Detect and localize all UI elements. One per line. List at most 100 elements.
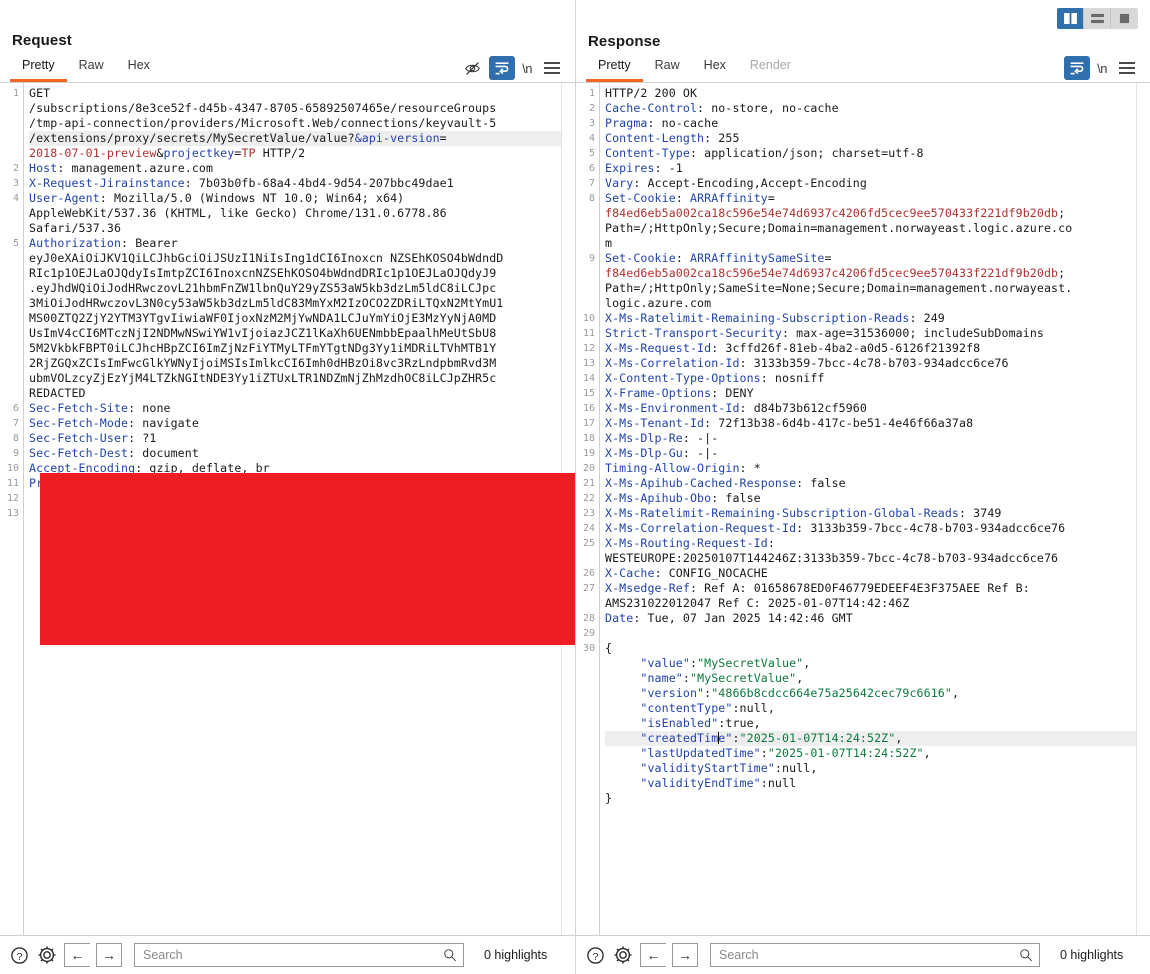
code-line[interactable]: 2018-07-01-preview&projectkey=TP HTTP/2 [29, 146, 575, 161]
code-line[interactable]: Expires: -1 [605, 161, 1150, 176]
code-line[interactable]: 5M2VkbkFBPT0iLCJhcHBpZCI6ImZjNzFiYTMyLTF… [29, 341, 575, 356]
code-line[interactable]: User-Agent: Mozilla/5.0 (Windows NT 10.0… [29, 191, 575, 206]
horizontal-split-button[interactable] [1084, 8, 1111, 29]
code-line[interactable]: Authorization: Bearer [29, 236, 575, 251]
code-line[interactable]: /subscriptions/8e3ce52f-d45b-4347-8705-6… [29, 101, 575, 116]
code-line[interactable]: AppleWebKit/537.36 (KHTML, like Gecko) C… [29, 206, 575, 221]
code-line[interactable]: 3MiOiJodHRwczovL3N0cy53aW5kb3dzLm5ldC83M… [29, 296, 575, 311]
help-icon[interactable]: ? [584, 944, 606, 966]
tab-raw[interactable]: Raw [67, 58, 116, 82]
code-line[interactable]: /extensions/proxy/secrets/MySecretValue/… [29, 131, 575, 146]
code-line[interactable]: 2RjZGQxZCIsImFwcGlkYWNyIjoiMSIsImlkcCI6I… [29, 356, 575, 371]
newline-icon[interactable]: \n [1094, 61, 1110, 76]
code-line[interactable]: f84ed6eb5a002ca18c596e54e74d6937c4206fd5… [605, 206, 1150, 221]
code-line[interactable]: WESTEUROPE:20250107T144246Z:3133b359-7bc… [605, 551, 1150, 566]
request-editor[interactable]: 1 234 5 678910111213 GET/subscriptions/8… [0, 82, 575, 935]
code-line[interactable]: Strict-Transport-Security: max-age=31536… [605, 326, 1150, 341]
code-line[interactable]: "createdTime":"2025-01-07T14:24:52Z", [605, 731, 1150, 746]
code-line[interactable]: Vary: Accept-Encoding,Accept-Encoding [605, 176, 1150, 191]
search-input[interactable] [141, 947, 443, 963]
code-line[interactable]: "value":"MySecretValue", [605, 656, 1150, 671]
vertical-split-button[interactable] [1057, 8, 1084, 29]
search-next-button[interactable]: → [96, 943, 122, 967]
hide-response-icon[interactable] [459, 56, 485, 80]
code-line[interactable]: "validityEndTime":null [605, 776, 1150, 791]
code-line[interactable]: /tmp-api-connection/providers/Microsoft.… [29, 116, 575, 131]
code-line[interactable]: Content-Type: application/json; charset=… [605, 146, 1150, 161]
code-line[interactable]: X-Request-Jirainstance: 7b03b0fb-68a4-4b… [29, 176, 575, 191]
code-line[interactable]: "validityStartTime":null, [605, 761, 1150, 776]
code-line[interactable]: X-Frame-Options: DENY [605, 386, 1150, 401]
newline-icon[interactable]: \n [519, 61, 535, 76]
code-line[interactable]: AMS231022012047 Ref C: 2025-01-07T14:42:… [605, 596, 1150, 611]
code-line[interactable]: X-Ms-Correlation-Request-Id: 3133b359-7b… [605, 521, 1150, 536]
code-line[interactable]: X-Ms-Correlation-Id: 3133b359-7bcc-4c78-… [605, 356, 1150, 371]
code-line[interactable]: X-Cache: CONFIG_NOCACHE [605, 566, 1150, 581]
code-line[interactable]: m [605, 236, 1150, 251]
code-line[interactable]: GET [29, 86, 575, 101]
code-line[interactable]: Path=/;HttpOnly;Secure;Domain=management… [605, 221, 1150, 236]
code-line[interactable]: X-Ms-Ratelimit-Remaining-Subscription-Re… [605, 311, 1150, 326]
code-line[interactable]: Host: management.azure.com [29, 161, 575, 176]
response-editor[interactable]: 12345678 9 10111213141516171819202122232… [576, 82, 1150, 935]
code-line[interactable]: .eyJhdWQiOiJodHRwczovL21hbmFnZW1lbnQuY29… [29, 281, 575, 296]
code-line[interactable]: Sec-Fetch-Dest: document [29, 446, 575, 461]
code-line[interactable]: X-Ms-Apihub-Obo: false [605, 491, 1150, 506]
code-line[interactable]: "contentType":null, [605, 701, 1150, 716]
code-line[interactable]: MS00ZTQ2ZjY2YTM3YTgvIiwiaWF0IjoxNzM2MjYw… [29, 311, 575, 326]
code-line[interactable]: REDACTED [29, 386, 575, 401]
code-line[interactable]: logic.azure.com [605, 296, 1150, 311]
code-line[interactable] [605, 626, 1150, 641]
code-line[interactable]: Sec-Fetch-Site: none [29, 401, 575, 416]
code-line[interactable]: Sec-Fetch-User: ?1 [29, 431, 575, 446]
gear-icon[interactable] [612, 944, 634, 966]
search-prev-button[interactable]: ← [640, 943, 666, 967]
code-line[interactable]: X-Ms-Routing-Request-Id: [605, 536, 1150, 551]
code-line[interactable]: "version":"4866b8cdcc664e75a25642cec79c6… [605, 686, 1150, 701]
code-line[interactable]: Set-Cookie: ARRAffinity= [605, 191, 1150, 206]
search-box[interactable] [134, 943, 464, 967]
code-line[interactable]: X-Ms-Tenant-Id: 72f13b38-6d4b-417c-be51-… [605, 416, 1150, 431]
response-code[interactable]: HTTP/2 200 OKCache-Control: no-store, no… [600, 83, 1150, 935]
gear-icon[interactable] [36, 944, 58, 966]
code-line[interactable]: Content-Length: 255 [605, 131, 1150, 146]
code-line[interactable]: } [605, 791, 1150, 806]
single-tab-button[interactable] [1111, 8, 1138, 29]
code-line[interactable]: Safari/537.36 [29, 221, 575, 236]
code-line[interactable]: Timing-Allow-Origin: * [605, 461, 1150, 476]
code-line[interactable]: X-Ms-Apihub-Cached-Response: false [605, 476, 1150, 491]
code-line[interactable]: UsImV4cCI6MTczNjI2NDMwNSwiYW1vIjoiazJCZ1… [29, 326, 575, 341]
search-next-button[interactable]: → [672, 943, 698, 967]
tab-pretty[interactable]: Pretty [10, 58, 67, 82]
word-wrap-icon[interactable] [489, 56, 515, 80]
code-line[interactable]: Cache-Control: no-store, no-cache [605, 101, 1150, 116]
tab-hex[interactable]: Hex [116, 58, 162, 82]
code-line[interactable]: "lastUpdatedTime":"2025-01-07T14:24:52Z"… [605, 746, 1150, 761]
help-icon[interactable]: ? [8, 944, 30, 966]
request-code[interactable]: GET/subscriptions/8e3ce52f-d45b-4347-870… [24, 83, 575, 935]
menu-icon[interactable] [1114, 56, 1140, 80]
menu-icon[interactable] [539, 56, 565, 80]
tab-raw[interactable]: Raw [643, 58, 692, 82]
code-line[interactable]: eyJ0eXAiOiJKV1QiLCJhbGciOiJSUzI1NiIsIng1… [29, 251, 575, 266]
code-line[interactable]: X-Msedge-Ref: Ref A: 01658678ED0F46779ED… [605, 581, 1150, 596]
code-line[interactable]: { [605, 641, 1150, 656]
tab-hex[interactable]: Hex [692, 58, 738, 82]
code-line[interactable]: "isEnabled":true, [605, 716, 1150, 731]
search-box[interactable] [710, 943, 1040, 967]
search-prev-button[interactable]: ← [64, 943, 90, 967]
tab-pretty[interactable]: Pretty [586, 58, 643, 82]
code-line[interactable]: RIc1p1OEJLaOJQdyIsImtpZCI6InoxcnNZSEhKOS… [29, 266, 575, 281]
code-line[interactable]: "name":"MySecretValue", [605, 671, 1150, 686]
code-line[interactable]: Date: Tue, 07 Jan 2025 14:42:46 GMT [605, 611, 1150, 626]
code-line[interactable]: X-Ms-Ratelimit-Remaining-Subscription-Gl… [605, 506, 1150, 521]
code-line[interactable]: f84ed6eb5a002ca18c596e54e74d6937c4206fd5… [605, 266, 1150, 281]
word-wrap-icon[interactable] [1064, 56, 1090, 80]
code-line[interactable]: X-Ms-Dlp-Re: -|- [605, 431, 1150, 446]
code-line[interactable]: Path=/;HttpOnly;SameSite=None;Secure;Dom… [605, 281, 1150, 296]
code-line[interactable]: X-Content-Type-Options: nosniff [605, 371, 1150, 386]
code-line[interactable]: HTTP/2 200 OK [605, 86, 1150, 101]
code-line[interactable]: X-Ms-Environment-Id: d84b73b612cf5960 [605, 401, 1150, 416]
code-line[interactable]: X-Ms-Dlp-Gu: -|- [605, 446, 1150, 461]
code-line[interactable]: X-Ms-Request-Id: 3cffd26f-81eb-4ba2-a0d5… [605, 341, 1150, 356]
